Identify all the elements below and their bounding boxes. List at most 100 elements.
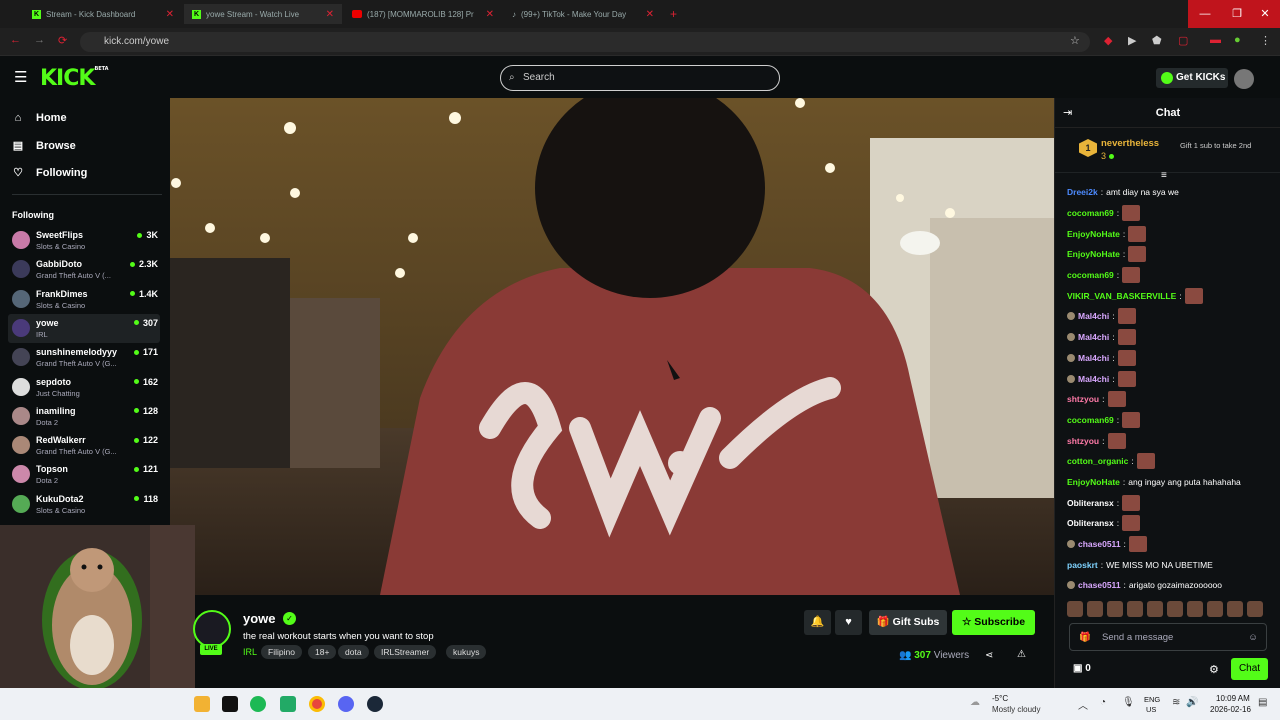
leader-name[interactable]: nevertheless <box>1101 138 1159 149</box>
browser-tab[interactable]: Kyowe Stream - Watch Live ✕ <box>184 4 342 24</box>
tag-chip[interactable]: Filipino <box>261 645 302 659</box>
emote-icon[interactable] <box>1087 601 1103 617</box>
spotify-icon[interactable] <box>250 696 266 712</box>
extension-icon[interactable]: ◆ <box>1104 34 1112 47</box>
emote-icon[interactable] <box>1067 601 1083 617</box>
extension-icon[interactable]: ▬ <box>1210 34 1221 46</box>
new-tab-button[interactable]: + <box>662 4 682 24</box>
follow-heart-button[interactable]: ♥ <box>835 610 862 635</box>
get-kicks-button[interactable]: Get KICKs <box>1156 68 1228 88</box>
chat-username[interactable]: EnjoyNoHate <box>1067 477 1120 487</box>
emote-icon[interactable] <box>1207 601 1223 617</box>
following-item[interactable]: FrankDimes Slots & Casino 1.4K <box>8 285 160 314</box>
gear-icon[interactable]: ⚙ <box>1209 663 1219 676</box>
close-icon[interactable]: ✕ <box>166 9 174 20</box>
wifi-icon[interactable]: ≋ <box>1172 697 1180 708</box>
file-explorer-icon[interactable] <box>194 696 210 712</box>
gift-subs-button[interactable]: 🎁 Gift Subs <box>869 610 947 635</box>
search-input[interactable]: ⌕ Search <box>500 65 780 91</box>
chat-username[interactable]: shtzyou <box>1067 436 1099 446</box>
chat-username[interactable]: EnjoyNoHate <box>1067 229 1120 239</box>
hamburger-menu-icon[interactable]: ☰ <box>14 68 27 86</box>
chat-username[interactable]: paoskrt <box>1067 560 1098 570</box>
close-window-button[interactable]: ✕ <box>1250 0 1280 28</box>
microphone-icon[interactable]: 🎙 <box>1122 697 1135 708</box>
extension-icon[interactable]: ▶ <box>1128 34 1136 47</box>
url-field[interactable]: kick.com/yowe <box>80 32 1090 52</box>
gift-icon[interactable]: 🎁 <box>1079 624 1091 652</box>
emote-icon[interactable] <box>1147 601 1163 617</box>
chat-username[interactable]: Dreei2k <box>1067 187 1098 197</box>
weather-temperature[interactable]: -5°C <box>992 694 1008 703</box>
share-icon[interactable]: ⋖ <box>985 650 993 661</box>
chat-username[interactable]: Obliteransx <box>1067 498 1114 508</box>
steam-icon[interactable] <box>367 696 383 712</box>
following-item[interactable]: yowe IRL 307 <box>8 313 160 343</box>
close-icon[interactable]: ✕ <box>326 9 334 20</box>
emoji-picker-icon[interactable]: ☺ <box>1248 624 1258 652</box>
category-link[interactable]: IRL <box>243 647 257 657</box>
following-item[interactable]: Topson Dota 2 121 <box>8 460 160 489</box>
minimize-button[interactable]: — <box>1188 0 1222 28</box>
chat-username[interactable]: EnjoyNoHate <box>1067 249 1120 259</box>
chat-username[interactable]: VIKIR_VAN_BASKERVILLE <box>1067 291 1176 301</box>
maximize-button[interactable]: ❐ <box>1220 0 1254 28</box>
chat-input[interactable]: 🎁 Send a message ☺ <box>1069 623 1267 651</box>
clock-time[interactable]: 10:09 AM <box>1216 694 1250 703</box>
sidebar-item-home[interactable]: ⌂ Home <box>12 112 67 124</box>
chat-username[interactable]: Mal4chi <box>1078 353 1109 363</box>
chat-username[interactable]: Mal4chi <box>1078 311 1109 321</box>
chat-username[interactable]: cocoman69 <box>1067 415 1114 425</box>
following-item[interactable]: GabbiDoto Grand Theft Auto V (... 2.3K <box>8 255 160 284</box>
emote-icon[interactable] <box>1247 601 1263 617</box>
back-icon[interactable]: ← <box>10 34 21 46</box>
points-count[interactable]: ▣ 0 <box>1073 663 1091 674</box>
profile-icon[interactable]: ● <box>1234 34 1241 46</box>
browser-tab[interactable]: K Stream - Kick Dashboard ✕ <box>24 4 182 24</box>
emote-icon[interactable] <box>1227 601 1243 617</box>
tag-chip[interactable]: IRLStreamer <box>374 645 437 659</box>
weather-description[interactable]: Mostly cloudy <box>992 705 1040 714</box>
discord-icon[interactable] <box>338 696 354 712</box>
notification-bell-button[interactable]: 🔔 <box>804 610 831 635</box>
tag-chip[interactable]: 18+ <box>308 645 337 659</box>
emote-icon[interactable] <box>1127 601 1143 617</box>
channel-avatar[interactable] <box>193 610 231 648</box>
following-item[interactable]: sepdoto Just Chatting 162 <box>8 373 160 402</box>
clock-date[interactable]: 2026-02-16 <box>1210 705 1251 714</box>
send-chat-button[interactable]: Chat <box>1231 658 1268 680</box>
chat-username[interactable]: Mal4chi <box>1078 332 1109 342</box>
following-item[interactable]: inamiling Dota 2 128 <box>8 402 160 431</box>
subscribe-button[interactable]: ☆ Subscribe <box>952 610 1035 635</box>
input-region[interactable]: US <box>1146 705 1156 714</box>
following-item[interactable]: sunshinemelodyyy Grand Theft Auto V (G...… <box>8 343 160 372</box>
browser-tab[interactable]: ♪ (99+) TikTok - Make Your Day ✕ <box>504 4 662 24</box>
channel-name[interactable]: yowe <box>243 611 276 626</box>
reload-icon[interactable]: ⟳ <box>58 34 67 47</box>
extension-icon[interactable]: ⬟ <box>1152 34 1162 47</box>
chat-username[interactable]: Mal4chi <box>1078 374 1109 384</box>
tag-chip[interactable]: dota <box>338 645 369 659</box>
volume-icon[interactable]: 🔊 <box>1186 697 1198 708</box>
following-item[interactable]: KukuDota2 Slots & Casino 118 <box>8 490 160 519</box>
chat-username[interactable]: chase0511 <box>1078 580 1121 590</box>
following-item[interactable]: RedWalkerr Grand Theft Auto V (G... 122 <box>8 431 160 460</box>
app-icon[interactable] <box>280 696 296 712</box>
browser-tab[interactable]: (187) [MOMMAROLIB 128] Pr ✕ <box>344 4 502 24</box>
network-icon[interactable]: ◔ <box>1100 697 1106 708</box>
weather-icon[interactable]: ☁ <box>970 697 980 708</box>
chat-username[interactable]: cocoman69 <box>1067 208 1114 218</box>
filter-icon[interactable]: ≡ <box>1161 170 1167 181</box>
chat-username[interactable]: shtzyou <box>1067 394 1099 404</box>
chevron-up-icon[interactable]: ︿ <box>1078 697 1088 712</box>
extension-icon[interactable]: ▢ <box>1178 34 1188 47</box>
chrome-icon[interactable] <box>309 696 325 712</box>
user-avatar[interactable] <box>1234 69 1254 89</box>
notification-icon[interactable]: ▤ <box>1258 697 1267 708</box>
sidebar-item-following[interactable]: ♡ Following <box>12 166 87 180</box>
following-item[interactable]: SweetFlips Slots & Casino 3K <box>8 226 160 255</box>
chat-username[interactable]: Obliteransx <box>1067 518 1114 528</box>
chat-username[interactable]: cotton_organic <box>1067 456 1128 466</box>
close-icon[interactable]: ✕ <box>646 9 654 20</box>
emote-icon[interactable] <box>1187 601 1203 617</box>
